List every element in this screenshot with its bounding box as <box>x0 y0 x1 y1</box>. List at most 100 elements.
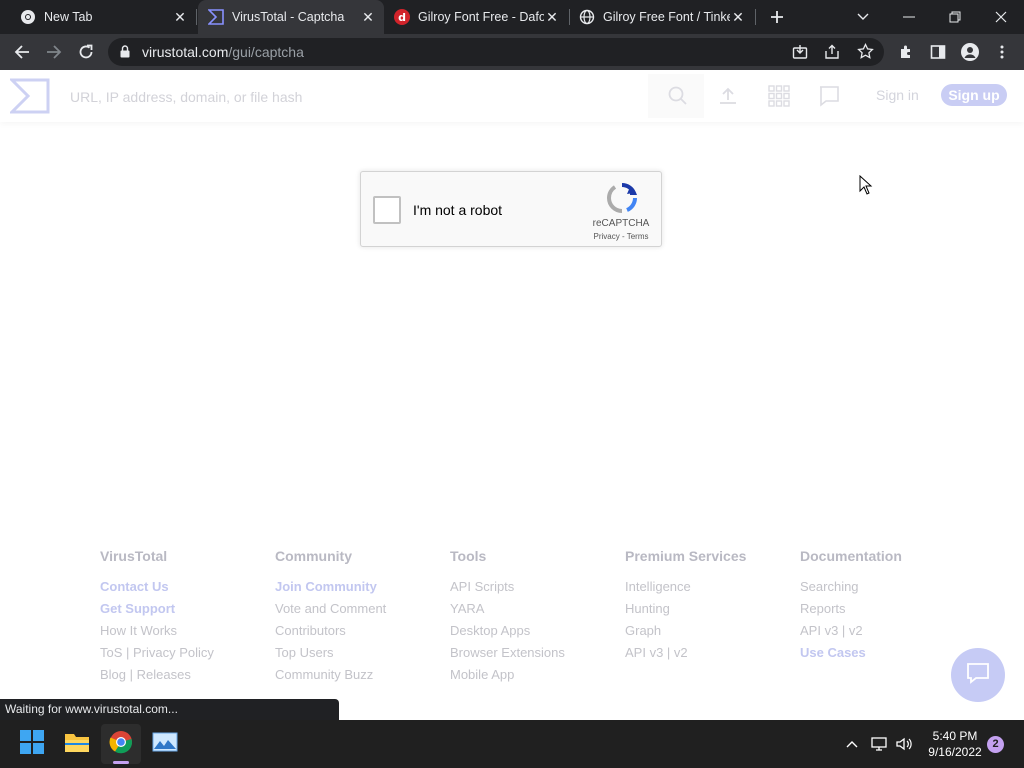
chrome-icon <box>20 9 36 25</box>
footer-link-use-cases[interactable]: Use Cases <box>800 645 975 667</box>
footer-link-searching[interactable]: Searching <box>800 579 975 601</box>
footer-link-intelligence[interactable]: Intelligence <box>625 579 800 601</box>
chrome-icon <box>109 730 133 759</box>
chevron-up-icon[interactable] <box>842 734 862 754</box>
mouse-cursor-icon <box>859 174 873 195</box>
close-icon[interactable]: ✕ <box>544 9 560 25</box>
footer-link-desktop-apps[interactable]: Desktop Apps <box>450 623 625 645</box>
footer-column-premium-services: Premium Services Intelligence Hunting Gr… <box>625 548 800 667</box>
tab-virustotal-captcha[interactable]: VirusTotal - Captcha ✕ <box>198 0 384 34</box>
volume-icon[interactable] <box>894 734 914 754</box>
footer-heading: VirusTotal <box>100 548 168 564</box>
start-button[interactable] <box>12 724 52 764</box>
menu-kebab-icon[interactable] <box>988 38 1016 66</box>
footer-link-mobile-app[interactable]: Mobile App <box>450 667 625 689</box>
footer-link-top-users[interactable]: Top Users <box>275 645 450 667</box>
comment-icon[interactable] <box>817 84 841 108</box>
folder-icon <box>64 731 90 758</box>
footer-link-api-v3-v2[interactable]: API v3 | v2 <box>800 623 975 645</box>
bookmark-star-icon[interactable] <box>857 42 874 65</box>
search-icon[interactable] <box>666 84 690 108</box>
tab-gilroy-tinker[interactable]: Gilroy Free Font / Tinke ✕ <box>571 0 754 34</box>
close-icon[interactable]: ✕ <box>360 9 376 25</box>
lock-icon[interactable] <box>120 45 130 63</box>
virustotal-icon <box>208 9 224 25</box>
tab-new-tab[interactable]: New Tab ✕ <box>0 0 196 34</box>
tab-gilroy-dafont[interactable]: d Gilroy Font Free - Dafo ✕ <box>386 0 568 34</box>
apps-grid-icon[interactable] <box>767 84 791 108</box>
tab-title: VirusTotal - Captcha <box>232 10 345 24</box>
footer-link-tos-privacy[interactable]: ToS | Privacy Policy <box>100 645 275 667</box>
restore-button[interactable] <box>932 0 978 34</box>
clock-date[interactable]: 9/16/2022 <box>920 745 990 759</box>
svg-text:d: d <box>398 11 406 24</box>
footer-link-api-scripts[interactable]: API Scripts <box>450 579 625 601</box>
footer-link-graph[interactable]: Graph <box>625 623 800 645</box>
virustotal-logo-icon[interactable] <box>8 78 50 119</box>
close-window-button[interactable] <box>978 0 1024 34</box>
footer-link-hunting[interactable]: Hunting <box>625 601 800 623</box>
footer-link-community-buzz[interactable]: Community Buzz <box>275 667 450 689</box>
footer-link-api-v3-v2[interactable]: API v3 | v2 <box>625 645 800 667</box>
footer-heading: Community <box>275 548 352 564</box>
upload-icon[interactable] <box>716 84 740 108</box>
footer-link-blog-releases[interactable]: Blog | Releases <box>100 667 275 689</box>
install-app-icon[interactable] <box>792 44 808 65</box>
forward-button[interactable] <box>40 38 68 66</box>
profile-avatar-icon[interactable] <box>956 38 984 66</box>
photos-icon <box>152 732 178 757</box>
chat-button[interactable] <box>951 648 1005 702</box>
recaptcha-label: I'm not a robot <box>413 202 503 218</box>
footer-link-reports[interactable]: Reports <box>800 601 975 623</box>
footer-link-join-community[interactable]: Join Community <box>275 579 450 601</box>
footer-link-how-it-works[interactable]: How It Works <box>100 623 275 645</box>
footer-link-contact-us[interactable]: Contact Us <box>100 579 275 601</box>
file-explorer-button[interactable] <box>57 724 97 764</box>
footer-heading: Documentation <box>800 548 902 564</box>
address-bar[interactable]: virustotal.com/gui/captcha <box>108 38 884 66</box>
footer-column-virustotal: VirusTotal Contact Us Get Support How It… <box>100 548 275 689</box>
notification-badge[interactable]: 2 <box>987 736 1004 753</box>
extensions-icon[interactable] <box>892 38 920 66</box>
footer-heading: Tools <box>450 548 487 564</box>
footer-heading: Premium Services <box>625 548 747 564</box>
search-input[interactable] <box>70 84 630 110</box>
footer-link-contributors[interactable]: Contributors <box>275 623 450 645</box>
close-icon[interactable]: ✕ <box>730 9 746 25</box>
close-icon[interactable]: ✕ <box>172 9 188 25</box>
footer-link-vote-comment[interactable]: Vote and Comment <box>275 601 450 623</box>
browser-toolbar: virustotal.com/gui/captcha <box>0 34 1024 70</box>
footer-column-documentation: Documentation Searching Reports API v3 |… <box>800 548 975 667</box>
windows-logo-icon <box>20 729 44 759</box>
recaptcha-privacy-terms-link[interactable]: Privacy - Terms <box>581 232 661 241</box>
windows-taskbar: 5:40 PM 9/16/2022 2 <box>0 720 1024 768</box>
footer-link-browser-extensions[interactable]: Browser Extensions <box>450 645 625 667</box>
sign-up-button[interactable]: Sign up <box>941 84 1007 106</box>
reload-button[interactable] <box>72 38 100 66</box>
footer-column-community: Community Join Community Vote and Commen… <box>275 548 450 689</box>
footer-column-tools: Tools API Scripts YARA Desktop Apps Brow… <box>450 548 625 689</box>
dafont-icon: d <box>394 9 410 25</box>
footer-link-get-support[interactable]: Get Support <box>100 601 275 623</box>
minimize-button[interactable] <box>886 0 932 34</box>
chrome-taskbar-button[interactable] <box>101 724 141 764</box>
back-button[interactable] <box>8 38 36 66</box>
page-content: Sign in Sign up I'm not a robot reCAPTCH… <box>0 70 1024 720</box>
photos-app-button[interactable] <box>145 724 185 764</box>
new-tab-button[interactable] <box>760 0 794 34</box>
side-panel-icon[interactable] <box>924 38 952 66</box>
network-icon[interactable] <box>870 734 890 754</box>
site-header: Sign in Sign up <box>0 70 1024 122</box>
tab-title: Gilroy Free Font / Tinke <box>603 10 730 24</box>
sign-in-link[interactable]: Sign in <box>876 87 919 103</box>
tab-title: New Tab <box>44 10 93 24</box>
recaptcha-widget: I'm not a robot reCAPTCHA Privacy - Term… <box>360 171 662 247</box>
browser-status-bar: Waiting for www.virustotal.com... <box>0 699 339 720</box>
share-icon[interactable] <box>824 44 840 65</box>
recaptcha-checkbox[interactable] <box>373 196 401 224</box>
tab-search-button[interactable] <box>840 0 886 34</box>
globe-icon <box>579 9 595 25</box>
footer-link-yara[interactable]: YARA <box>450 601 625 623</box>
clock-time[interactable]: 5:40 PM <box>920 729 990 743</box>
url-text: virustotal.com/gui/captcha <box>142 44 304 60</box>
